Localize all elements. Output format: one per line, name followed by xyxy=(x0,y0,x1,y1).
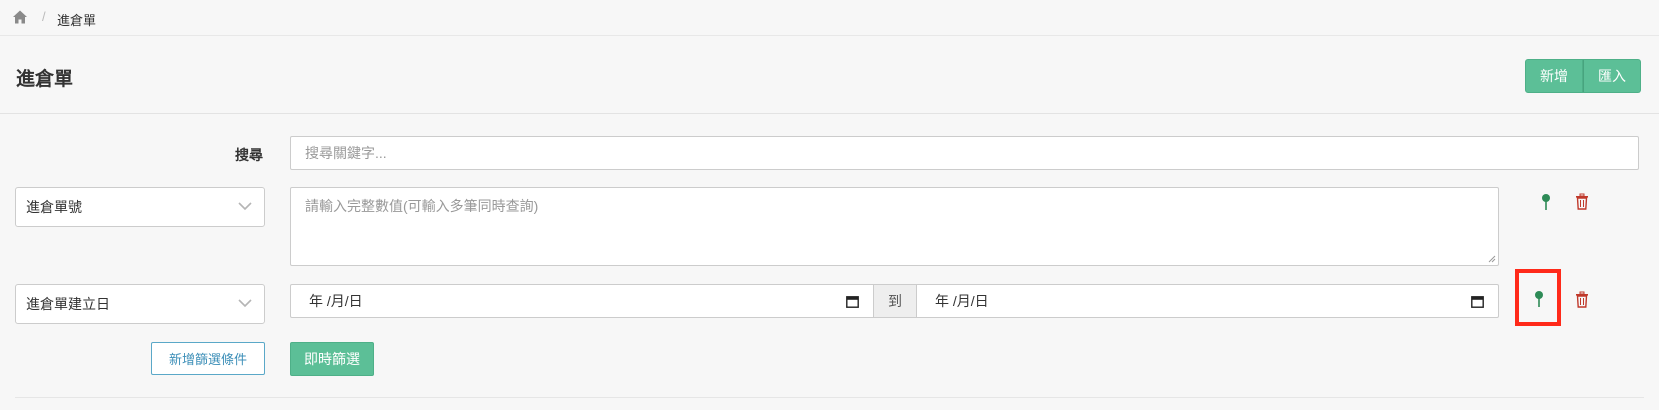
add-filter-button[interactable]: 新增篩選條件 xyxy=(151,342,265,375)
pin-icon[interactable] xyxy=(1532,290,1546,308)
search-label: 搜尋 xyxy=(235,147,263,163)
date-range: 年 /月/日 到 年 /月/日 xyxy=(290,284,1499,318)
date-range-separator: 到 xyxy=(874,284,916,318)
page-header: 進倉單 新增 匯入 xyxy=(0,36,1659,114)
filter-field-select-2[interactable]: 進倉單建立日 xyxy=(15,284,265,324)
instant-filter-button[interactable]: 即時篩選 xyxy=(290,342,374,376)
date-from-input[interactable]: 年 /月/日 xyxy=(290,284,874,318)
search-input[interactable]: 搜尋關鍵字... xyxy=(290,136,1639,170)
home-icon[interactable] xyxy=(12,9,28,25)
filter-field-label: 進倉單建立日 xyxy=(26,296,110,312)
breadcrumb: / 進倉單 xyxy=(0,0,1659,36)
page-title: 進倉單 xyxy=(16,69,74,90)
trash-icon[interactable] xyxy=(1575,291,1589,309)
calendar-icon[interactable] xyxy=(846,295,859,308)
divider xyxy=(15,397,1644,398)
header-button-group: 新增 匯入 xyxy=(1525,59,1641,93)
chevron-down-icon xyxy=(238,299,252,308)
date-to-placeholder: 年 /月/日 xyxy=(935,293,989,309)
date-to-input[interactable]: 年 /月/日 xyxy=(916,284,1499,318)
filter-field-select-1[interactable]: 進倉單號 xyxy=(15,187,265,227)
trash-icon[interactable] xyxy=(1575,193,1589,211)
calendar-icon[interactable] xyxy=(1471,295,1484,308)
chevron-down-icon xyxy=(238,202,252,211)
import-button[interactable]: 匯入 xyxy=(1583,59,1641,93)
breadcrumb-current: 進倉單 xyxy=(57,13,97,28)
filter-field-label: 進倉單號 xyxy=(26,199,82,215)
date-from-placeholder: 年 /月/日 xyxy=(309,293,363,309)
resize-grip-icon[interactable] xyxy=(1488,255,1496,263)
pin-icon[interactable] xyxy=(1539,193,1553,211)
filter-value-textarea[interactable]: 請輸入完整數值(可輸入多筆同時查詢) xyxy=(290,187,1499,266)
textarea-placeholder: 請輸入完整數值(可輸入多筆同時查詢) xyxy=(305,198,539,214)
add-button[interactable]: 新增 xyxy=(1525,59,1583,93)
breadcrumb-separator: / xyxy=(42,9,46,24)
